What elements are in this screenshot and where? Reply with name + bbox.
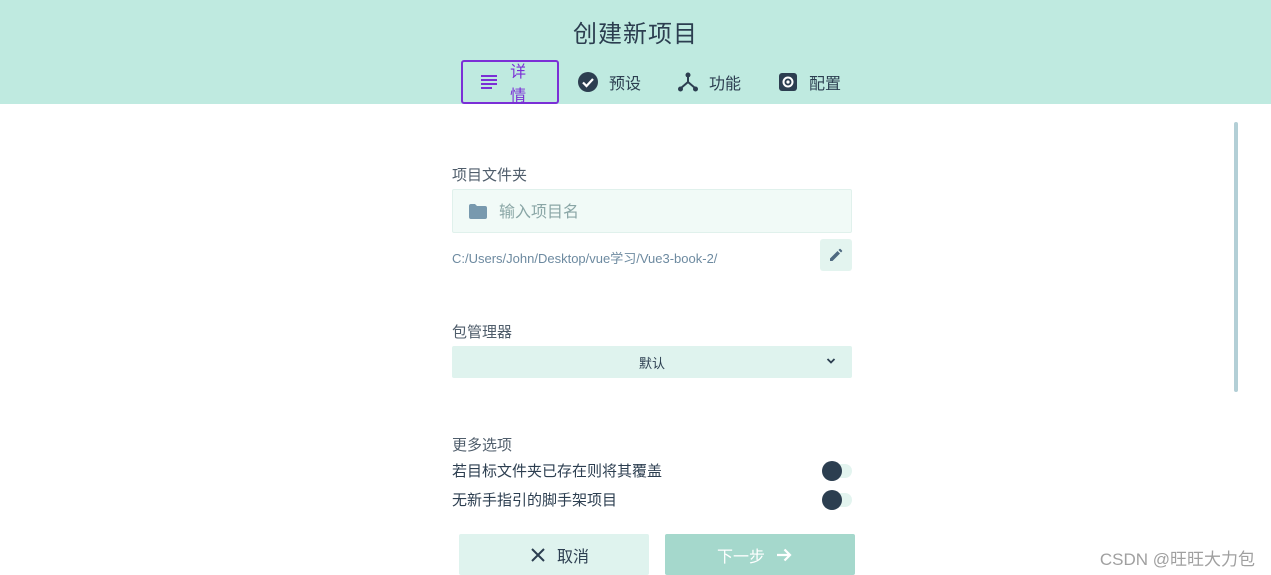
package-manager-value: 默认 bbox=[638, 356, 665, 372]
tab-details[interactable]: 详情 bbox=[461, 60, 559, 105]
page-title: 创建新项目 bbox=[573, 20, 698, 48]
tab-label: 配置 bbox=[809, 74, 842, 93]
folder-icon bbox=[469, 202, 487, 220]
package-manager-select[interactable]: 默认 bbox=[452, 346, 852, 378]
project-name-field[interactable] bbox=[452, 189, 852, 233]
toggle-knob bbox=[822, 461, 842, 481]
pencil-icon bbox=[829, 248, 843, 262]
overwrite-toggle[interactable] bbox=[822, 461, 852, 481]
tab-label: 预设 bbox=[609, 74, 642, 93]
header-bar: 创建新项目 详情 预设 功能 配置 bbox=[0, 0, 1271, 105]
check-circle-icon bbox=[577, 71, 599, 93]
project-folder-label: 项目文件夹 bbox=[452, 166, 528, 184]
more-options-label: 更多选项 bbox=[452, 436, 513, 454]
package-manager-label: 包管理器 bbox=[452, 323, 513, 341]
watermark: CSDN @旺旺大力包 bbox=[1099, 550, 1255, 569]
edit-path-button[interactable] bbox=[820, 239, 852, 271]
tab-configuration[interactable]: 配置 bbox=[759, 60, 859, 104]
tab-features[interactable]: 功能 bbox=[659, 60, 759, 104]
tab-presets[interactable]: 预设 bbox=[559, 60, 659, 104]
next-button[interactable]: 下一步 bbox=[665, 534, 855, 575]
close-icon bbox=[529, 546, 547, 564]
cancel-button[interactable]: 取消 bbox=[459, 534, 649, 575]
tab-label: 详情 bbox=[510, 62, 527, 105]
gear-icon bbox=[777, 71, 799, 93]
arrow-right-icon bbox=[775, 546, 793, 564]
project-path: C:/Users/John/Desktop/vue学习/Vue3-book-2/ bbox=[452, 251, 718, 266]
project-name-input[interactable] bbox=[497, 200, 837, 222]
fork-icon bbox=[677, 71, 699, 93]
list-icon bbox=[479, 71, 500, 93]
option-overwrite-label: 若目标文件夹已存在则将其覆盖 bbox=[452, 461, 663, 480]
no-guide-toggle[interactable] bbox=[822, 490, 852, 510]
toggle-knob bbox=[822, 490, 842, 510]
option-no-guide-label: 无新手指引的脚手架项目 bbox=[452, 490, 618, 509]
scrollbar[interactable] bbox=[1234, 122, 1238, 392]
option-overwrite: 若目标文件夹已存在则将其覆盖 bbox=[452, 459, 852, 481]
tab-label: 功能 bbox=[709, 74, 742, 93]
option-no-guide: 无新手指引的脚手架项目 bbox=[452, 488, 852, 510]
next-label: 下一步 bbox=[716, 546, 765, 566]
cancel-label: 取消 bbox=[556, 546, 589, 566]
chevron-down-icon bbox=[824, 354, 838, 368]
tab-bar: 详情 预设 功能 配置 bbox=[461, 60, 859, 105]
